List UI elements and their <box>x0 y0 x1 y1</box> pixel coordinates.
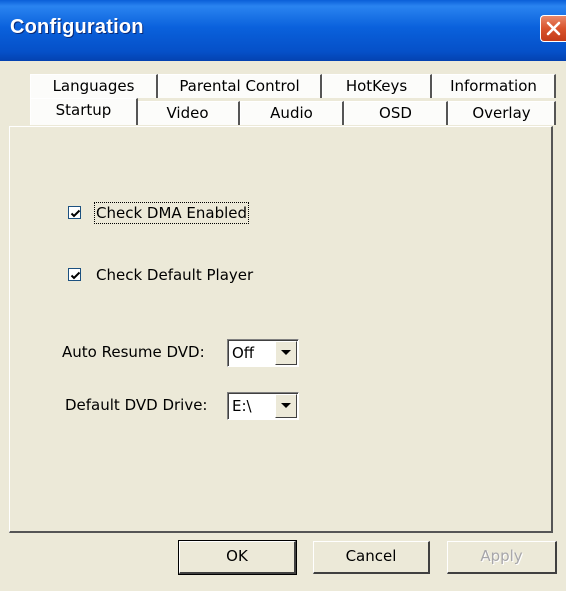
check-dma-label[interactable]: Check DMA Enabled <box>93 202 250 224</box>
dropdown-button[interactable] <box>275 394 297 418</box>
checkmark-icon <box>70 209 81 218</box>
tab-label: Languages <box>52 77 135 95</box>
tab-panel-startup <box>9 126 553 533</box>
tab-audio[interactable]: Audio <box>240 101 344 125</box>
configuration-dialog: Configuration Languages Parental Control… <box>0 0 566 591</box>
cancel-button[interactable]: Cancel <box>313 541 430 574</box>
tab-startup[interactable]: Startup <box>30 98 138 125</box>
chevron-down-icon <box>281 403 291 408</box>
tab-label: Video <box>166 104 209 122</box>
auto-resume-value: Off <box>232 344 255 362</box>
tab-label: Information <box>450 77 537 95</box>
apply-label: Apply <box>480 547 523 565</box>
check-default-player-checkbox[interactable] <box>68 268 81 281</box>
tab-label: OSD <box>379 104 412 122</box>
ok-button[interactable]: OK <box>178 540 297 575</box>
default-drive-select[interactable]: E:\ <box>227 392 299 420</box>
close-button[interactable] <box>540 15 566 42</box>
tab-video[interactable]: Video <box>136 101 240 125</box>
check-dma-checkbox[interactable] <box>68 206 81 219</box>
checkmark-icon <box>70 271 81 280</box>
tab-parental-control[interactable]: Parental Control <box>158 74 322 98</box>
tab-label: Startup <box>55 101 112 119</box>
ok-label: OK <box>226 547 248 565</box>
tab-label: Parental Control <box>179 77 300 95</box>
tab-label: Audio <box>270 104 313 122</box>
dropdown-button[interactable] <box>275 341 297 365</box>
default-drive-label: Default DVD Drive: <box>65 396 208 414</box>
tab-overlay[interactable]: Overlay <box>448 101 556 125</box>
chevron-down-icon <box>281 350 291 355</box>
tab-osd[interactable]: OSD <box>344 101 448 125</box>
default-drive-value: E:\ <box>232 397 252 415</box>
window-title: Configuration <box>10 16 144 38</box>
apply-button[interactable]: Apply <box>447 541 557 574</box>
auto-resume-select[interactable]: Off <box>227 339 299 367</box>
auto-resume-label: Auto Resume DVD: <box>62 343 205 361</box>
title-bar[interactable]: Configuration <box>0 0 566 61</box>
cancel-label: Cancel <box>345 547 397 565</box>
tab-information[interactable]: Information <box>432 74 556 98</box>
close-icon <box>546 21 561 36</box>
tab-label: HotKeys <box>345 77 408 95</box>
tab-languages[interactable]: Languages <box>30 74 158 98</box>
tab-label: Overlay <box>472 104 531 122</box>
check-default-player-label[interactable]: Check Default Player <box>96 266 253 284</box>
tab-hotkeys[interactable]: HotKeys <box>322 74 432 98</box>
